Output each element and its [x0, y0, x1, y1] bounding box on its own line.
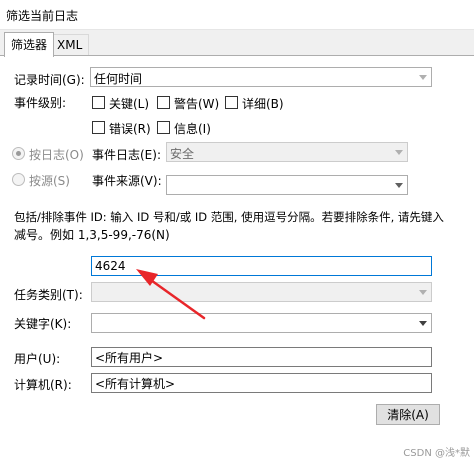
- checkbox-verbose[interactable]: [225, 96, 238, 109]
- keywords-dropdown[interactable]: [91, 313, 432, 333]
- event-log-value: 安全: [170, 147, 195, 161]
- radio-by-source[interactable]: [12, 173, 25, 186]
- tab-xml[interactable]: XML: [50, 34, 90, 56]
- record-time-dropdown[interactable]: 任何时间: [90, 67, 432, 87]
- event-log-label: 事件日志(E):: [92, 148, 161, 162]
- window-title: 筛选当前日志: [6, 9, 79, 23]
- radio-by-log[interactable]: [12, 147, 25, 160]
- tab-filter[interactable]: 筛选器: [4, 32, 55, 57]
- checkbox-warning[interactable]: [157, 96, 170, 109]
- task-category-label: 任务类别(T):: [14, 288, 83, 302]
- event-level-label: 事件级别:: [14, 96, 67, 110]
- checkbox-error[interactable]: [92, 121, 105, 134]
- event-id-input[interactable]: [91, 256, 432, 276]
- checkbox-critical[interactable]: [92, 96, 105, 109]
- checkbox-error-label: 错误(R): [109, 122, 151, 136]
- radio-by-source-label: 按源(S): [29, 174, 70, 188]
- user-label: 用户(U):: [14, 352, 61, 366]
- record-time-label: 记录时间(G):: [14, 73, 85, 87]
- radio-by-log-label: 按日志(O): [29, 148, 84, 162]
- event-log-dropdown[interactable]: 安全: [166, 142, 408, 162]
- event-source-label: 事件来源(V):: [92, 174, 162, 188]
- chevron-down-icon: [390, 176, 407, 194]
- checkbox-information-label: 信息(I): [174, 122, 211, 136]
- computer-input[interactable]: [91, 373, 432, 393]
- event-source-dropdown[interactable]: [166, 175, 408, 195]
- title-bar: 筛选当前日志: [0, 0, 474, 30]
- record-time-value: 任何时间: [94, 72, 143, 86]
- chevron-down-icon: [414, 283, 431, 301]
- task-category-dropdown[interactable]: [91, 282, 432, 302]
- computer-label: 计算机(R):: [14, 378, 72, 392]
- clear-button[interactable]: 清除(A): [376, 404, 440, 425]
- filter-panel: 记录时间(G): 任何时间 事件级别: 关键(L) 警告(W) 详细(B) 错误…: [0, 55, 474, 463]
- chevron-down-icon: [414, 314, 431, 332]
- checkbox-information[interactable]: [157, 121, 170, 134]
- tab-strip: 筛选器 XML: [0, 30, 474, 57]
- chevron-down-icon: [390, 143, 407, 161]
- keywords-label: 关键字(K):: [14, 317, 72, 331]
- user-input[interactable]: [91, 347, 432, 367]
- watermark: CSDN @浅*默: [403, 448, 470, 459]
- checkbox-verbose-label: 详细(B): [242, 97, 284, 111]
- event-id-description: 包括/排除事件 ID: 输入 ID 号和/或 ID 范围, 使用逗号分隔。若要排…: [14, 210, 444, 224]
- chevron-down-icon: [414, 68, 431, 86]
- checkbox-warning-label: 警告(W): [174, 97, 220, 111]
- radio-selected-dot: [16, 151, 21, 156]
- checkbox-critical-label: 关键(L): [109, 97, 150, 111]
- event-id-example: 减号。例如 1,3,5-99,-76(N): [14, 228, 170, 242]
